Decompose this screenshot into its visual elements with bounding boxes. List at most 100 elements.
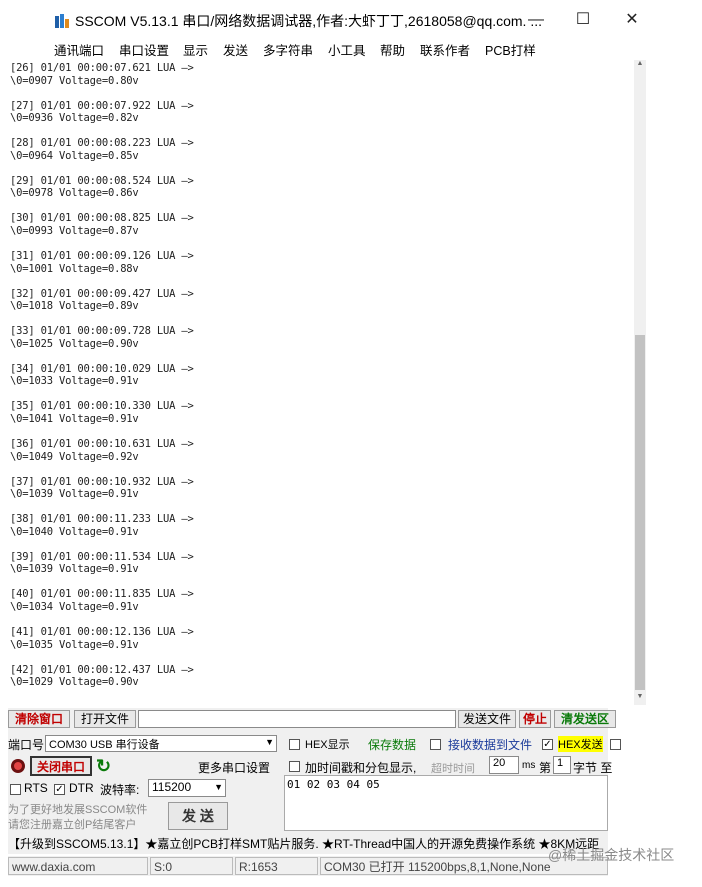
menu-multi-string[interactable]: 多字符串 [263, 40, 313, 59]
log-header-line: [26] 01/01 00:00:07.621 LUA —> [10, 62, 194, 74]
log-value-line: \0=1018 Voltage=0.89v [10, 300, 139, 313]
promo-bar[interactable]: 【升级到SSCOM5.13.1】★嘉立创PCB打样SMT贴片服务. ★RT-Th… [8, 834, 608, 854]
menu-send[interactable]: 发送 [223, 40, 248, 59]
log-value-line: \0=1029 Voltage=0.90v [10, 676, 139, 689]
ad-line-2: 请您注册嘉立创P结尾客户 [8, 819, 137, 831]
log-value-line: \0=1041 Voltage=0.91v [10, 412, 139, 425]
log-header-line: [41] 01/01 00:00:12.136 LUA —> [10, 626, 194, 638]
log-header-line: [27] 01/01 00:00:07.922 LUA —> [10, 99, 194, 112]
baud-select[interactable]: 115200 ▼ [148, 779, 226, 797]
rts-label: RTS [24, 781, 48, 795]
byte-prefix-label: 第 [539, 761, 552, 775]
menu-tools[interactable]: 小工具 [328, 40, 366, 59]
recv-to-file-button[interactable]: 接收数据到文件 [448, 736, 532, 753]
timed-send-checkbox[interactable] [610, 739, 621, 750]
log-value-line: \0=1025 Voltage=0.90v [10, 337, 139, 350]
byte-range-label: 字节 至 [573, 761, 613, 775]
timeout-label: 超时时间 [431, 763, 475, 775]
log-value-line: \0=0993 Voltage=0.87v [10, 224, 139, 237]
ms-label: ms [522, 760, 536, 771]
promo-text: 【升级到SSCOM5.13.1】★嘉立创PCB打样SMT贴片服务. ★RT-Th… [8, 837, 600, 851]
title-bar: SSCOM V5.13.1 串口/网络数据调试器,作者:大虾丁丁,2618058… [40, 0, 648, 40]
log-value-line: \0=1040 Voltage=0.91v [10, 525, 139, 538]
recv-to-file-checkbox[interactable] [430, 739, 441, 750]
dtr-label: DTR [69, 781, 94, 795]
minimize-button[interactable]: — [522, 8, 550, 32]
port-label: 端口号 [8, 738, 45, 752]
baud-value: 115200 [152, 780, 192, 794]
maximize-button[interactable]: ☐ [569, 8, 597, 32]
port-value: COM30 USB 串行设备 [49, 739, 160, 751]
receive-area[interactable]: [26] 01/01 00:00:07.621 LUA —> \0=0907 Vo… [8, 60, 601, 705]
clear-window-button[interactable]: 清除窗口 [8, 710, 70, 728]
stop-button[interactable]: 停止 [519, 710, 551, 728]
menu-bar: 通讯端口 串口设置 显示 发送 多字符串 小工具 帮助 联系作者 PCB打样 [40, 38, 648, 60]
more-settings-button[interactable]: 更多串口设置 [198, 759, 270, 776]
menu-comm-port[interactable]: 通讯端口 [54, 40, 104, 59]
port-select[interactable]: COM30 USB 串行设备 ▼ [45, 735, 277, 752]
log-header-line: [33] 01/01 00:00:09.728 LUA —> [10, 325, 194, 338]
hex-display-checkbox[interactable] [289, 739, 300, 750]
baud-label: 波特率: [100, 783, 140, 797]
log-header-line: [40] 01/01 00:00:11.835 LUA —> [10, 588, 194, 601]
menu-contact-author[interactable]: 联系作者 [420, 40, 470, 59]
send-button[interactable]: 发 送 [168, 802, 228, 830]
open-file-button[interactable]: 打开文件 [74, 710, 136, 728]
log-header-line: [28] 01/01 00:00:08.223 LUA —> [10, 137, 194, 150]
menu-display[interactable]: 显示 [183, 40, 208, 59]
close-button[interactable]: ✕ [618, 8, 646, 32]
hex-display-label: HEX显示 [305, 739, 350, 751]
byte-index-input[interactable]: 1 [553, 756, 571, 774]
send-file-button[interactable]: 发送文件 [458, 710, 516, 728]
log-value-line: \0=0936 Voltage=0.82v [10, 112, 139, 125]
dtr-checkbox[interactable]: ✓ [54, 784, 65, 795]
refresh-icon[interactable]: ↻ [96, 756, 111, 777]
clear-send-area-button[interactable]: 清发送区 [554, 710, 616, 728]
log-header-line: [36] 01/01 00:00:10.631 LUA —> [10, 438, 194, 450]
ad-line-1: 为了更好地发展SSCOM软件 [8, 804, 148, 816]
log-value-line: \0=1034 Voltage=0.91v [10, 600, 139, 613]
log-header-line: [32] 01/01 00:00:09.427 LUA —> [10, 287, 194, 300]
chevron-down-icon: ▼ [265, 737, 274, 747]
log-value-line: \0=1033 Voltage=0.91v [10, 375, 139, 388]
log-value-line: \0=1001 Voltage=0.88v [10, 262, 139, 275]
log-header-line: [31] 01/01 00:00:09.126 LUA —> [10, 250, 194, 262]
scroll-down-icon[interactable]: ▼ [635, 693, 645, 700]
log-header-line: [39] 01/01 00:00:11.534 LUA —> [10, 550, 194, 563]
status-sent: S:0 [150, 857, 233, 875]
log-header-line: [30] 01/01 00:00:08.825 LUA —> [10, 212, 194, 225]
window-title: SSCOM V5.13.1 串口/网络数据调试器,作者:大虾丁丁,2618058… [75, 13, 543, 29]
status-bar: www.daxia.com S:0 R:1653 COM30 已打开 11520… [8, 856, 608, 876]
watermark: @稀土掘金技术社区 [548, 847, 675, 863]
log-value-line: \0=1039 Voltage=0.91v [10, 488, 139, 501]
log-value-line: \0=0907 Voltage=0.80v [10, 74, 139, 87]
hex-send-label: HEX发送 [558, 736, 603, 752]
sscom-app-icon [55, 14, 69, 28]
timeout-input[interactable]: 20 [489, 756, 519, 774]
log-header-line: [37] 01/01 00:00:10.932 LUA —> [10, 475, 194, 488]
scroll-up-icon[interactable]: ▲ [635, 60, 645, 67]
log-value-line: \0=1035 Voltage=0.91v [10, 638, 139, 651]
timestamp-label: 加时间戳和分包显示, [305, 761, 417, 775]
status-site[interactable]: www.daxia.com [8, 857, 148, 875]
menu-pcb-order[interactable]: PCB打样 [485, 40, 536, 59]
send-textarea[interactable]: 01 02 03 04 05 [284, 775, 608, 831]
file-path-input[interactable] [138, 710, 456, 728]
log-value-line: \0=0964 Voltage=0.85v [10, 149, 139, 162]
scrollbar-thumb[interactable] [635, 335, 645, 690]
status-received: R:1653 [235, 857, 318, 875]
log-header-line: [38] 01/01 00:00:11.233 LUA —> [10, 513, 194, 526]
rts-checkbox[interactable] [10, 784, 21, 795]
send-content: 01 02 03 04 05 [287, 778, 380, 791]
log-value-line: \0=1049 Voltage=0.92v [10, 450, 139, 463]
menu-serial-settings[interactable]: 串口设置 [119, 40, 169, 59]
menu-help[interactable]: 帮助 [380, 40, 405, 59]
log-header-line: [34] 01/01 00:00:10.029 LUA —> [10, 362, 194, 375]
hex-send-checkbox[interactable]: ✓ [542, 739, 553, 750]
timestamp-checkbox[interactable] [289, 761, 300, 772]
log-header-line: [35] 01/01 00:00:10.330 LUA —> [10, 400, 194, 413]
log-value-line: \0=0978 Voltage=0.86v [10, 187, 139, 200]
save-data-button[interactable]: 保存数据 [368, 736, 416, 753]
close-port-button[interactable]: 关闭串口 [30, 756, 92, 776]
chevron-down-icon: ▼ [214, 782, 223, 792]
